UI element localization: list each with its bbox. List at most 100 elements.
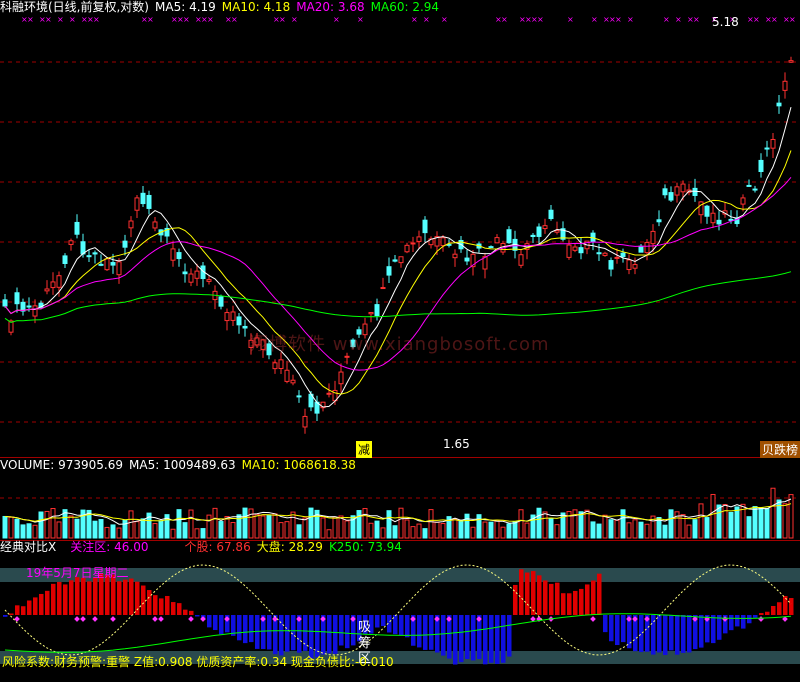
indicator-bar [165,595,170,615]
volume-bar [278,522,284,539]
indicator-bar [579,588,584,615]
candle-body [134,197,140,211]
indicator-bar [597,573,602,615]
volume-bar [734,506,740,539]
volume-bar [416,523,422,539]
volume-bar [338,515,344,539]
volume-bar [248,508,254,539]
indicator-bar [657,615,662,653]
volume-panel[interactable]: VOLUME: 973905.69 MA5: 1009489.63 MA10: 10… [0,458,800,540]
diamond-marker [110,616,116,622]
indicator-bar [45,590,50,615]
stock-title: 科融环境(日线,前复权,对数) [0,0,149,14]
candle-body [206,279,212,282]
volume-bar [428,509,434,539]
volume-bar [752,506,758,539]
volume-bar [638,521,644,539]
price-header: 科融环境(日线,前复权,对数) MA5: 4.19 MA10: 4.18 MA20: … [0,0,445,15]
candle-body [116,261,122,276]
indicator-panel[interactable]: 经典对比X 关注区: 46.00 个股: 67.86 大盘: 28.29 K250: 7… [0,540,800,682]
indicator-bar [489,615,494,663]
indicator-bar [771,605,776,615]
indicator-bar [417,615,422,648]
volume-bar [758,507,764,539]
candle-body [14,292,20,305]
candle-body [182,271,188,275]
candle-body [674,186,680,196]
indicator-name: 经典对比X [0,540,57,554]
indicator-bar [141,585,146,615]
indicator-bar [741,615,746,629]
volume-bar [440,523,446,539]
signal-marker: × [279,15,286,24]
indicator-bar [381,615,386,627]
indicator-bar [327,615,332,654]
volume-bar [212,507,218,539]
signal-marker: × [771,15,778,24]
volume-bar [518,509,524,539]
candle-body [638,245,644,253]
indicator-bar [399,615,404,636]
indicator-bar [87,581,92,615]
indicator-bar [69,580,74,615]
indicator-bar [117,581,122,615]
volume-bar [704,517,710,539]
candle-body [530,234,536,237]
watermark: 翔博软件 www.xiangbosoft.com [250,334,550,355]
signal-marker: × [663,15,670,24]
volume-bar [542,511,548,539]
indicator-bar [735,615,740,627]
signal-marker: × [693,15,700,24]
candle-body [230,311,236,321]
candle-body [578,247,584,254]
candle-body [128,220,134,229]
indicator-bar [285,615,290,652]
candle-body [398,256,404,264]
volume-bar [170,528,176,539]
volume-bar [788,494,794,539]
candle-body [620,252,626,257]
price-chart-panel[interactable]: 科融环境(日线,前复权,对数) MA5: 4.19 MA10: 4.18 MA20: … [0,0,800,458]
indicator-bar [33,597,38,615]
indicator-bar [669,615,674,651]
indicator-bar [147,590,152,615]
indicator-bar [213,615,218,631]
volume-bar [254,513,260,539]
volume-bar [194,528,200,539]
candle-body [572,246,578,251]
indicator-bar [753,615,758,618]
indicator-bar [537,575,542,615]
candle-body [626,259,632,271]
volume-bar [230,522,236,539]
candle-body [506,229,512,244]
signal-marker: × [57,15,64,24]
candle-body [692,187,698,196]
market-legend: 大盘: 28.29 [256,540,323,554]
indicator-bar [15,605,20,615]
indicator-bar [123,579,128,615]
diamond-marker [80,616,86,622]
candle-body [452,253,458,259]
indicator-bar [237,615,242,641]
volume-bar [470,526,476,539]
indicator-bar [27,600,32,615]
volume-bar [20,524,26,539]
volume-bar [50,508,56,539]
indicator-bar [405,615,410,638]
vol-ma5-legend: MA5: 1009489.63 [129,458,236,472]
indicator-bar [453,615,458,665]
signal-marker: × [567,15,574,24]
ma60-line [4,271,792,323]
volume-bar [368,522,374,539]
volume-bar [626,522,632,539]
volume-bar [176,509,182,539]
candle-body [326,392,332,395]
signal-marker: × [411,15,418,24]
ma60-legend: MA60: 2.94 [370,0,440,14]
candle-body [56,275,62,288]
indicator-bar [687,615,692,653]
volume-bar [302,517,308,539]
k250-legend: K250: 73.94 [328,540,402,554]
volume-bar [128,510,134,539]
candle-body [404,244,410,253]
